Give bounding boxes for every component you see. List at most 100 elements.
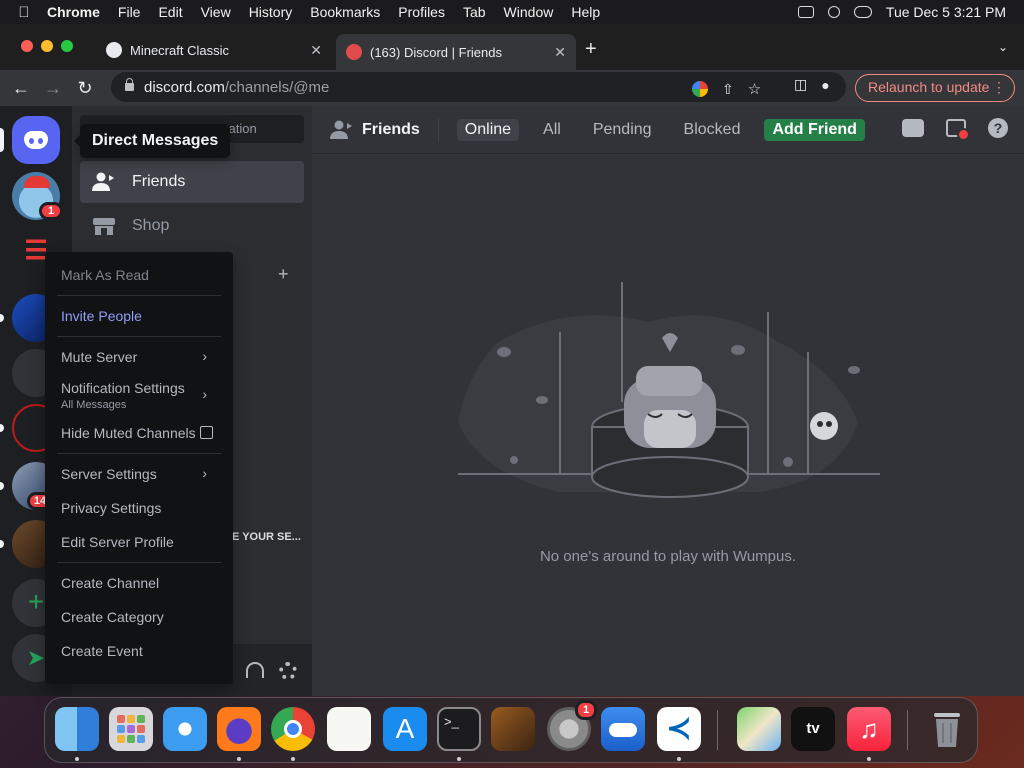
dm-truncated-entry[interactable]: E YOUR SE... <box>232 531 301 543</box>
user-settings-gear-icon[interactable] <box>279 662 297 680</box>
menu-invite-people[interactable]: Invite People <box>53 299 225 333</box>
menu-tab[interactable]: Tab <box>463 4 486 20</box>
apple-menu-icon[interactable]:  <box>10 4 38 21</box>
friends-header: Friends Online All Pending Blocked Add F… <box>312 106 1024 154</box>
garageband-icon[interactable] <box>491 707 535 751</box>
menu-file[interactable]: File <box>118 4 141 20</box>
relaunch-to-update-button[interactable]: Relaunch to update ⋮ <box>855 74 1015 102</box>
profile-icon[interactable]: ● <box>821 77 829 93</box>
inbox-icon[interactable] <box>946 119 970 141</box>
tv-label: tv <box>806 720 820 737</box>
macos-menubar:  Chrome File Edit View History Bookmark… <box>0 0 1024 24</box>
weather-icon[interactable] <box>601 707 645 751</box>
friends-main-view: Friends Online All Pending Blocked Add F… <box>312 106 1024 696</box>
new-tab-button[interactable]: + <box>585 38 597 61</box>
menu-create-event[interactable]: Create Event <box>53 634 225 668</box>
more-menu-icon[interactable]: ⋮ <box>992 75 1006 100</box>
menu-server-settings[interactable]: Server Settings › <box>53 457 225 491</box>
trash-icon[interactable] <box>925 707 969 751</box>
share-icon[interactable]: ⇧ <box>722 81 734 98</box>
menu-view[interactable]: View <box>201 4 231 20</box>
screen-mirroring-icon[interactable] <box>797 6 814 18</box>
finder-icon[interactable] <box>55 707 99 751</box>
back-button[interactable]: ← <box>10 77 32 99</box>
menu-separator <box>57 336 221 337</box>
lock-icon[interactable] <box>125 78 134 91</box>
sidebar-toggle-icon[interactable]: ◫ <box>794 76 807 93</box>
menu-notification-settings[interactable]: Notification Settings All Messages › <box>53 374 225 416</box>
vscode-icon[interactable]: ≺ <box>657 707 701 751</box>
menu-edit-server-profile[interactable]: Edit Server Profile <box>53 525 225 559</box>
menu-create-channel[interactable]: Create Channel <box>53 566 225 600</box>
launchpad-icon[interactable] <box>109 707 153 751</box>
firefox-icon[interactable] <box>217 707 261 751</box>
dm-nav-friends[interactable]: Friends <box>80 161 304 203</box>
shop-icon <box>92 216 116 236</box>
page-title: Friends <box>362 120 420 138</box>
menu-privacy-settings[interactable]: Privacy Settings <box>53 491 225 525</box>
maps-icon[interactable] <box>737 707 781 751</box>
bookmark-star-icon[interactable]: ☆ <box>748 80 761 98</box>
app-store-icon[interactable]: A <box>383 707 427 751</box>
menubar-clock[interactable]: Tue Dec 5 3:21 PM <box>886 4 1006 20</box>
create-dm-plus-icon[interactable]: + <box>278 264 289 285</box>
music-icon[interactable]: ♫ <box>847 707 891 751</box>
menu-help[interactable]: Help <box>571 4 600 20</box>
zoom-window-button[interactable] <box>61 40 73 52</box>
tab-all[interactable]: All <box>535 119 569 141</box>
spotlight-search-icon[interactable] <box>827 6 840 18</box>
menu-app-name[interactable]: Chrome <box>47 4 100 20</box>
running-indicator <box>237 757 241 761</box>
menu-mute-server[interactable]: Mute Server › <box>53 340 225 374</box>
headset-icon[interactable] <box>246 662 264 678</box>
close-window-button[interactable] <box>21 40 33 52</box>
google-lens-icon[interactable] <box>692 81 708 97</box>
tab-minecraft-classic[interactable]: Minecraft Classic ✕ <box>96 34 332 66</box>
menu-sublabel: All Messages <box>61 398 127 411</box>
menu-mark-as-read[interactable]: Mark As Read <box>53 258 225 292</box>
checkbox-icon[interactable] <box>200 426 213 439</box>
forward-button[interactable]: → <box>42 77 64 99</box>
direct-messages-button[interactable] <box>12 116 60 164</box>
dm-nav-label: Shop <box>132 217 170 234</box>
tab-title: (163) Discord | Friends <box>370 44 502 60</box>
menu-separator <box>57 295 221 296</box>
menu-label: Notification Settings <box>61 379 185 396</box>
tab-blocked[interactable]: Blocked <box>676 119 749 141</box>
terminal-icon[interactable]: >_ <box>437 707 481 751</box>
dm-nav-label: Friends <box>132 173 186 190</box>
menu-profiles[interactable]: Profiles <box>398 4 445 20</box>
close-tab-icon[interactable]: ✕ <box>310 42 322 59</box>
close-tab-icon[interactable]: ✕ <box>554 44 566 61</box>
chrome-icon[interactable] <box>271 707 315 751</box>
textedit-icon[interactable] <box>327 707 371 751</box>
tab-discord-friends[interactable]: (163) Discord | Friends ✕ <box>336 34 576 70</box>
reload-button[interactable]: ↻ <box>74 77 96 99</box>
add-friend-button[interactable]: Add Friend <box>764 118 865 141</box>
menu-create-category[interactable]: Create Category <box>53 600 225 634</box>
tab-online[interactable]: Online <box>456 118 520 141</box>
running-indicator <box>291 757 295 761</box>
menu-bookmarks[interactable]: Bookmarks <box>310 4 380 20</box>
help-icon[interactable]: ? <box>988 118 1008 138</box>
friends-icon <box>92 172 116 192</box>
new-group-dm-icon[interactable] <box>902 119 924 137</box>
discord-favicon-icon <box>346 44 362 60</box>
apple-tv-icon[interactable]: tv <box>791 707 835 751</box>
tab-pending[interactable]: Pending <box>585 119 660 141</box>
dm-nav-shop[interactable]: Shop <box>80 205 304 247</box>
menu-label: Server Settings <box>61 466 157 482</box>
menu-separator <box>57 453 221 454</box>
running-indicator <box>677 757 681 761</box>
control-center-icon[interactable] <box>853 6 872 18</box>
menu-hide-muted-channels[interactable]: Hide Muted Channels <box>53 416 225 450</box>
menu-window[interactable]: Window <box>504 4 554 20</box>
menu-edit[interactable]: Edit <box>158 4 182 20</box>
menu-history[interactable]: History <box>249 4 293 20</box>
safari-icon[interactable] <box>163 707 207 751</box>
tab-search-chevron-icon[interactable]: ⌄ <box>998 40 1008 54</box>
minimize-window-button[interactable] <box>41 40 53 52</box>
wumpus-illustration <box>458 282 880 517</box>
chrome-window: Minecraft Classic ✕ (163) Discord | Frie… <box>0 24 1024 106</box>
empty-state-message: No one's around to play with Wumpus. <box>539 548 797 565</box>
